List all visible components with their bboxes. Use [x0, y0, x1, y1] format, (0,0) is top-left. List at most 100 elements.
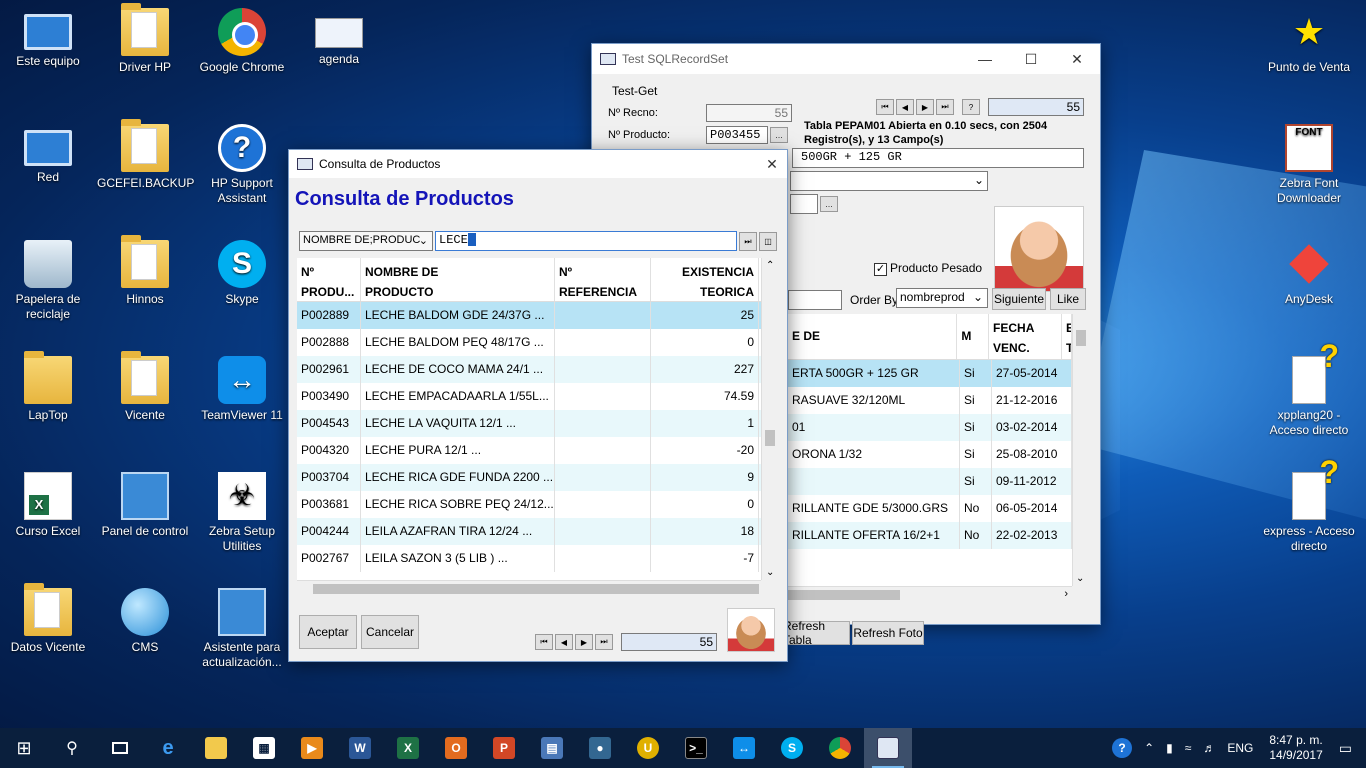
desktop-icon[interactable]: Este equipo [0, 8, 96, 69]
order-by-select[interactable]: nombreprod ⌄ [896, 288, 988, 308]
table-row[interactable]: P004244 LEILA AZAFRAN TIRA 12/24 ... 18 [297, 518, 761, 545]
refresh-tabla-button[interactable]: Refresh Tabla [782, 619, 850, 647]
producto-lookup-button[interactable]: … [770, 127, 788, 143]
desktop-icon[interactable]: AnyDesk [1261, 240, 1357, 307]
desktop-icon[interactable]: LapTop [0, 351, 96, 423]
table-row[interactable]: P002888 LECHE BALDOM PEQ 48/17G ... 0 [297, 329, 761, 356]
prev-record-icon[interactable]: ◀ [555, 634, 573, 650]
table-row[interactable]: P002889 LECHE BALDOM GDE 24/37G ... 25 [297, 302, 761, 329]
minimize-icon[interactable]: — [962, 44, 1008, 74]
products-hscrollbar[interactable] [297, 580, 761, 596]
desktop-icon[interactable]: Hinnos [97, 235, 193, 307]
desktop-icon[interactable]: Red [0, 124, 96, 185]
cancelar-button[interactable]: Cancelar [361, 615, 419, 649]
chevron-up-icon[interactable]: ⌃ [1144, 741, 1154, 755]
taskbar-ue[interactable]: U [624, 728, 672, 768]
taskbar-chrome[interactable] [816, 728, 864, 768]
desktop-icon[interactable]: agenda [291, 8, 387, 67]
maximize-icon[interactable]: ☐ [1008, 44, 1054, 74]
help-icon[interactable]: ? [962, 99, 980, 115]
desktop-icon[interactable]: Papelera de reciclaje [0, 240, 96, 322]
hscroll-thumb[interactable] [313, 584, 759, 594]
table-row[interactable]: P002767 LEILA SAZON 3 (5 LIB ) ... -7 [297, 545, 761, 572]
table-row[interactable]: RASUAVE 32/120ML Si 21-12-2016 [788, 387, 1072, 414]
recno-field[interactable]: 55 [706, 104, 792, 122]
products-vscrollbar[interactable]: ⌃ ⌄ [761, 258, 777, 580]
close-icon[interactable]: ✕ [757, 149, 787, 179]
table-row[interactable]: P004320 LECHE PURA 12/1 ... -20 [297, 437, 761, 464]
scroll-down-icon[interactable]: ⌄ [766, 567, 774, 578]
table-row[interactable]: P003490 LECHE EMPACADAARLA 1/55L... 74.59 [297, 383, 761, 410]
desktop-icon[interactable]: Curso Excel [0, 472, 96, 539]
scroll-thumb[interactable] [1076, 330, 1086, 346]
checkbox-icon[interactable]: ✓ [874, 263, 887, 276]
desktop-icon[interactable]: Datos Vicente [0, 583, 96, 655]
taskbar-word[interactable]: W [336, 728, 384, 768]
dialog-record-nav-field[interactable]: 55 [621, 633, 717, 651]
next-record-icon[interactable]: ▶ [575, 634, 593, 650]
taskbar-powerpoint[interactable]: P [480, 728, 528, 768]
search-go-icon[interactable]: ⏭ [739, 232, 757, 251]
scroll-thumb[interactable] [765, 430, 775, 446]
table-row[interactable]: P004543 LECHE LA VAQUITA 12/1 ... 1 [297, 410, 761, 437]
table-row[interactable]: 01 Si 03-02-2014 [788, 414, 1072, 441]
desktop-icon[interactable]: ★ Punto de Venta [1261, 8, 1357, 75]
table-row[interactable]: Si 09-11-2012 [788, 468, 1072, 495]
desktop-icon[interactable]: xpplang20 - Acceso directo [1261, 349, 1357, 438]
description-field[interactable]: 500GR + 125 GR [792, 148, 1084, 168]
search-input[interactable]: LECE [435, 231, 737, 251]
desktop-icon[interactable]: ? HP Support Assistant [194, 124, 290, 206]
last-record-icon[interactable]: ⏭ [936, 99, 954, 115]
desktop-icon[interactable]: Vicente [97, 351, 193, 423]
wifi-icon[interactable]: ≈ [1185, 741, 1192, 755]
table-row[interactable]: P003704 LECHE RICA GDE FUNDA 2200 ... 9 [297, 464, 761, 491]
aceptar-button[interactable]: Aceptar [299, 615, 357, 649]
taskbar-edge[interactable]: e [144, 728, 192, 768]
desktop-icon[interactable]: express - Acceso directo [1261, 465, 1357, 554]
taskbar-media[interactable]: ▶ [288, 728, 336, 768]
refresh-foto-button[interactable]: Refresh Foto [852, 621, 924, 645]
battery-icon[interactable]: ▮ [1166, 741, 1173, 755]
scroll-right-icon[interactable]: › [1064, 588, 1068, 600]
like-button[interactable]: Like [1050, 288, 1086, 310]
siguiente-button[interactable]: Siguiente [992, 288, 1046, 310]
hscroll-thumb[interactable] [788, 590, 900, 600]
taskbar-cmd[interactable]: >_ [672, 728, 720, 768]
start-button[interactable]: ⊞ [0, 728, 48, 768]
back-grid[interactable]: E DE M FECHA VENC. E T ERTA 500GR + 125 … [788, 314, 1072, 586]
task-view-button[interactable] [96, 728, 144, 768]
taskbar-excel[interactable]: X [384, 728, 432, 768]
desktop-icon[interactable]: ↔ TeamViewer 11 [194, 356, 290, 423]
search-button[interactable]: ⚲ [48, 728, 96, 768]
desktop-icon[interactable]: GCEFEI.BACKUP [97, 119, 194, 191]
back-grid-hscrollbar[interactable]: › [788, 586, 1072, 602]
clock[interactable]: 8:47 p. m. 14/9/2017 [1269, 733, 1322, 763]
producto-pesado-checkbox[interactable]: ✓ Producto Pesado [874, 261, 982, 276]
filter-field[interactable] [788, 290, 842, 310]
taskbar-outlook[interactable]: O [432, 728, 480, 768]
desktop-icon[interactable]: ☣ Zebra Setup Utilities [194, 472, 290, 554]
taskbar-network-app[interactable]: ▤ [528, 728, 576, 768]
desktop-icon[interactable]: FONT Zebra Font Downloader [1261, 124, 1357, 206]
scroll-down-icon[interactable]: ⌄ [1076, 573, 1084, 584]
first-record-icon[interactable]: ⏮ [535, 634, 553, 650]
notifications-icon[interactable]: ▭ [1339, 740, 1352, 757]
last-record-icon[interactable]: ⏭ [595, 634, 613, 650]
table-row[interactable]: RILLANTE GDE 5/3000.GRS No 06-05-2014 [788, 495, 1072, 522]
small-lookup-button[interactable]: … [820, 196, 838, 212]
category-select[interactable]: ⌄ [790, 171, 988, 191]
restore-window-icon[interactable]: ◫ [759, 232, 777, 251]
language-indicator[interactable]: ENG [1227, 741, 1253, 755]
next-record-icon[interactable]: ▶ [916, 99, 934, 115]
taskbar-store[interactable]: ▦ [240, 728, 288, 768]
prev-record-icon[interactable]: ◀ [896, 99, 914, 115]
dialog-titlebar[interactable]: Consulta de Productos ✕ [289, 150, 787, 178]
producto-field[interactable]: P003455 [706, 126, 768, 144]
titlebar[interactable]: Test SQLRecordSet — ☐ ✕ [592, 44, 1100, 74]
search-field-select[interactable]: NOMBRE DE;PRODUC ⌄ [299, 231, 433, 251]
help-tray-icon[interactable]: ? [1112, 738, 1133, 758]
close-icon[interactable]: ✕ [1054, 44, 1100, 74]
taskbar-postgres[interactable]: ● [576, 728, 624, 768]
back-grid-vscrollbar[interactable]: ⌄ [1072, 314, 1088, 586]
desktop-icon[interactable]: Driver HP [97, 3, 193, 75]
